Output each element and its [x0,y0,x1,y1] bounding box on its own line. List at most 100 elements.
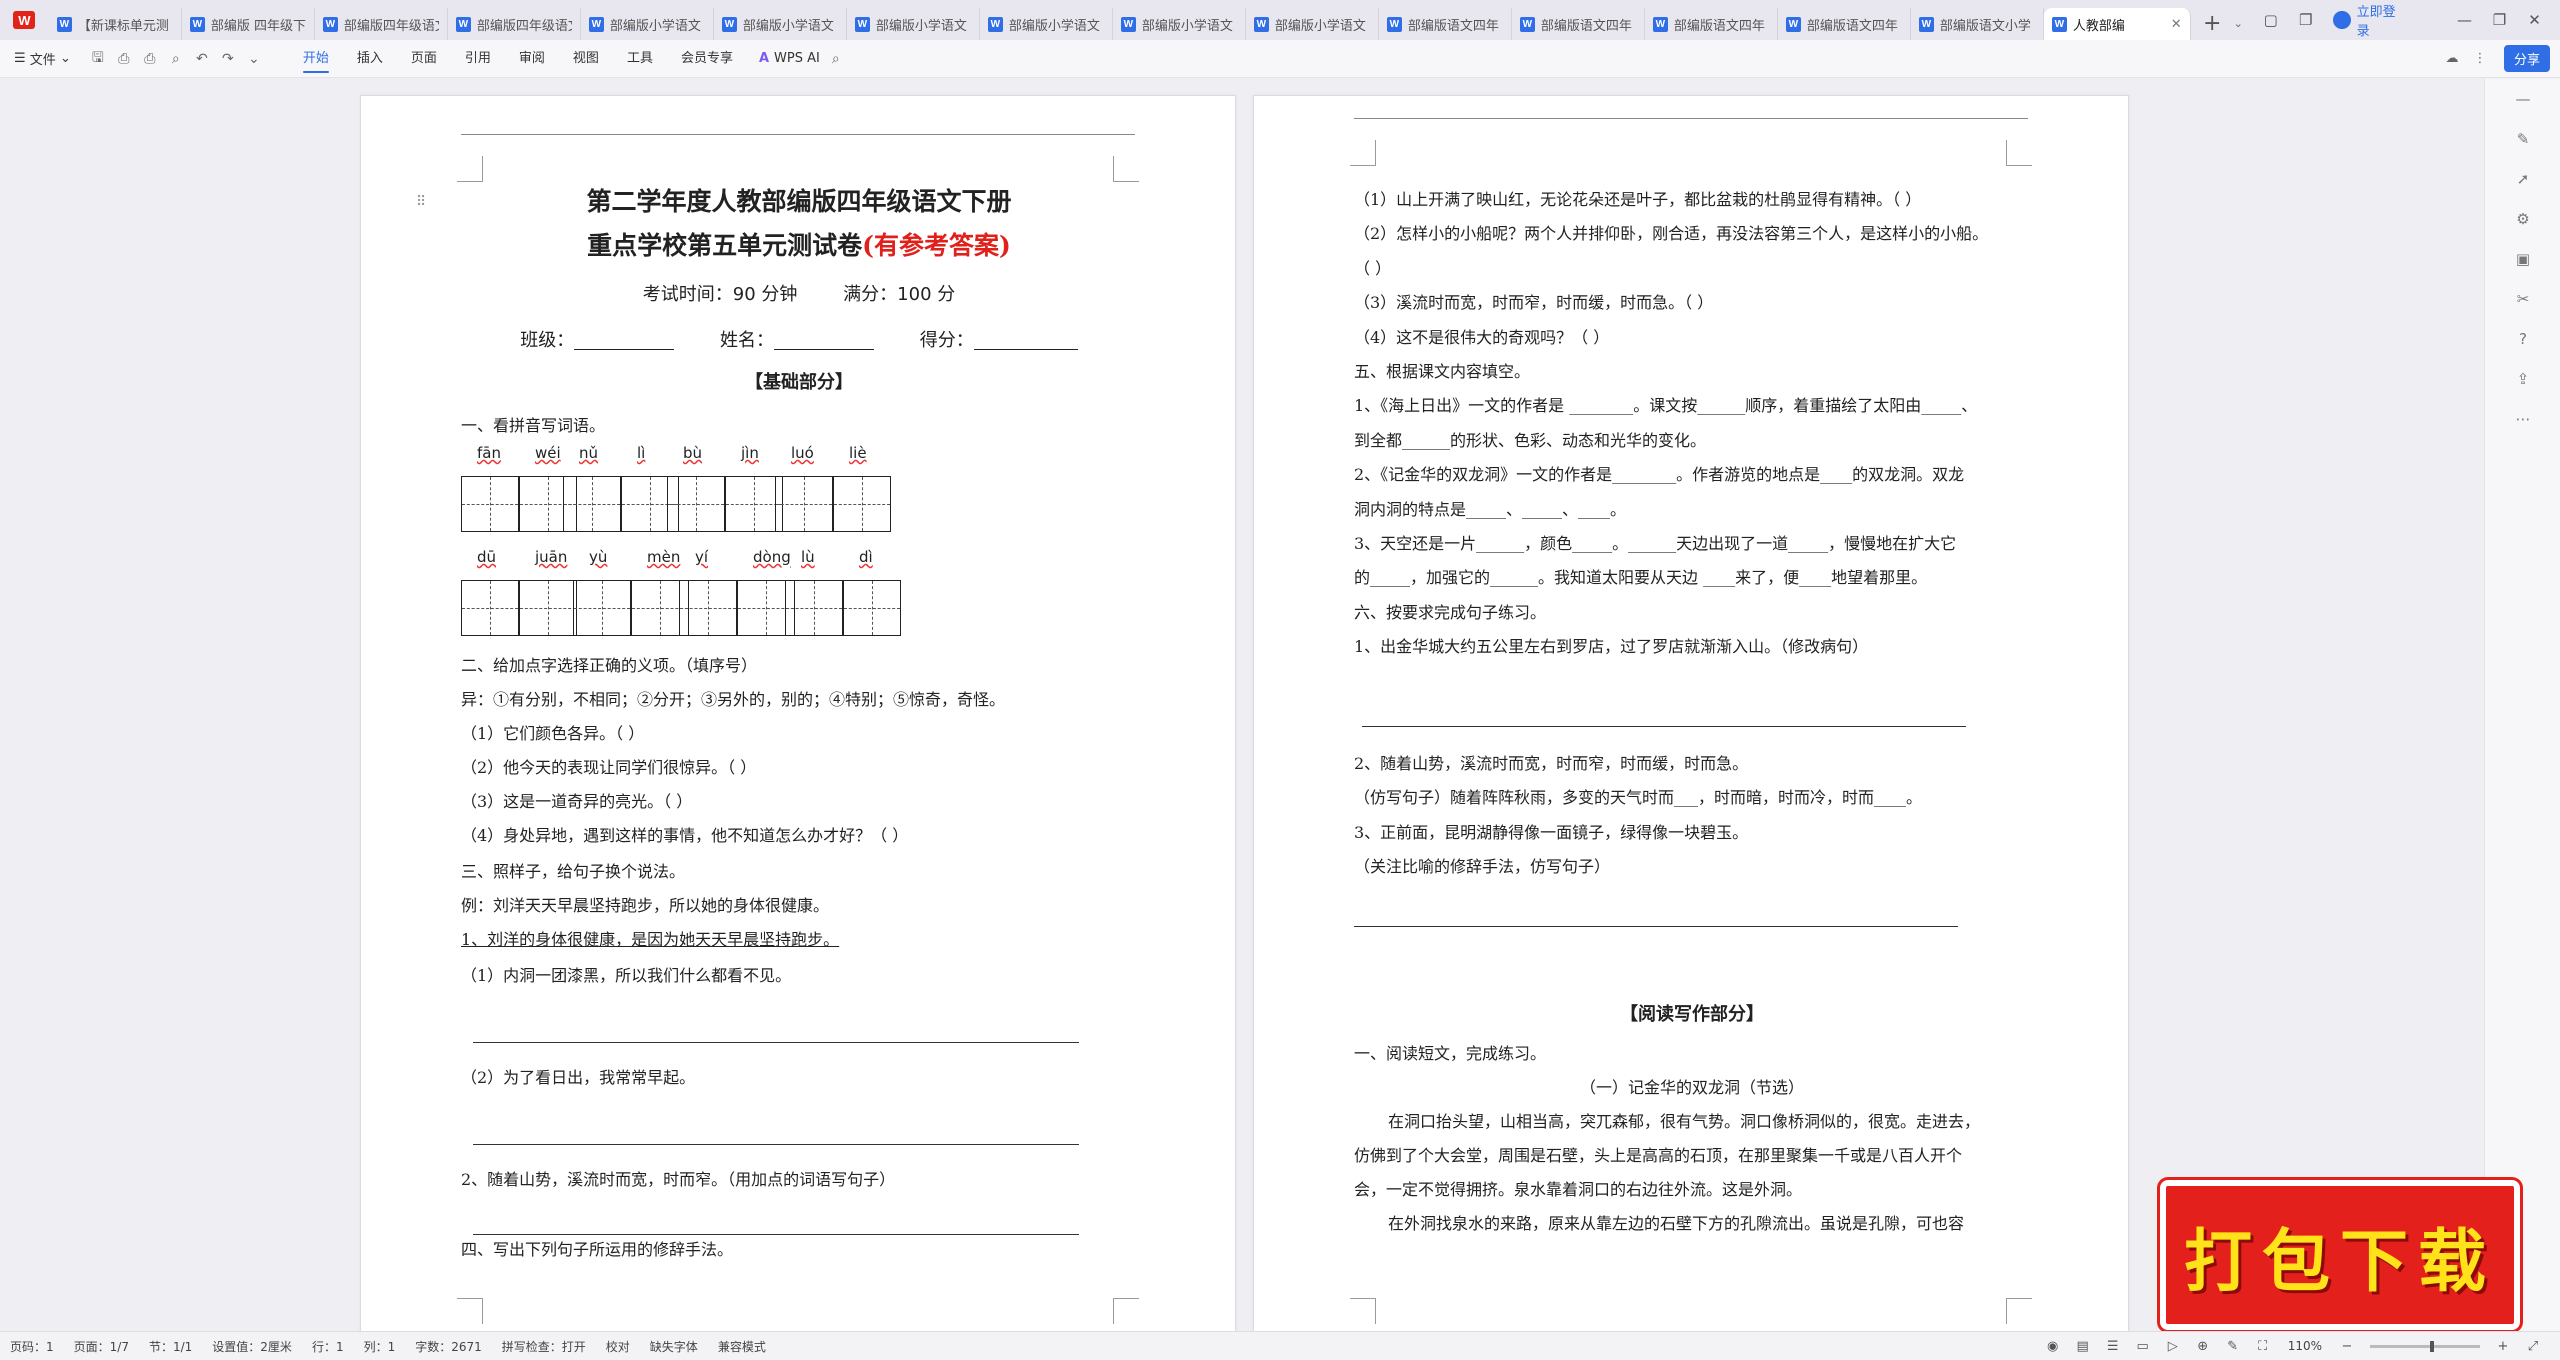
search-icon[interactable]: ⌕ [832,51,840,67]
page-2[interactable]: （1）山上开满了映山红，无论花朵还是叶子，都比盆栽的杜鹃显得有精神。（ ） （2）… [1253,95,2129,1331]
undo-icon[interactable]: ↶ [189,51,215,67]
ribbon-tab[interactable]: 工具 [613,40,667,78]
share-button[interactable]: 分享 [2503,45,2550,72]
share-panel-icon[interactable]: ⇪ [2485,359,2560,399]
status-word-count[interactable]: 字数：2671 [405,1338,492,1355]
zoom-slider-thumb[interactable] [2430,1340,2434,1352]
document-tab[interactable]: W 【新课标单元测 [49,8,182,40]
export-pdf-icon[interactable]: ⎙ [111,51,137,67]
window-layout-icon[interactable]: ▢ [2253,11,2288,29]
quick-access-dropdown-icon[interactable]: ⌄ [241,51,267,67]
edit-icon[interactable]: ✎ [2485,119,2560,159]
status-section[interactable]: 节：1/1 [139,1338,202,1355]
adjust-icon[interactable]: ⚙ [2485,199,2560,239]
document-tab[interactable]: W 部编版小学语文 [980,8,1113,40]
question-3: 三、照样子，给句子换个说法。 [461,862,686,881]
download-package-text: 打包下载 [2183,1221,2496,1302]
minimize-icon[interactable]: — [2447,11,2482,29]
tab-list-dropdown-icon[interactable]: ⌄ [2234,17,2254,30]
read-view-icon[interactable]: ▭ [2128,1339,2158,1354]
cloud-sync-icon[interactable]: ☁ [2438,51,2466,66]
document-tab[interactable]: W 部编版四年级语文 [448,8,581,40]
class-blank [574,332,675,350]
restore-icon[interactable]: ❐ [2482,11,2517,29]
status-spell-check[interactable]: 拼写检查：打开 [492,1338,596,1355]
eye-protect-icon[interactable]: ◉ [2038,1339,2068,1354]
document-tab[interactable]: W 部编版四年级语文 [315,8,448,40]
name-blank [774,332,874,350]
pen-view-icon[interactable]: ✎ [2218,1339,2248,1354]
writing-cell [519,580,577,636]
margin-corner [1350,1298,1376,1324]
pinyin-label: luó [791,444,814,462]
save-icon[interactable]: 🖫 [85,47,111,71]
print-icon[interactable]: ⎙ [137,51,163,67]
fit-page-icon[interactable]: ⛶ [2248,1339,2278,1354]
file-menu-button[interactable]: ☰ 文件 ⌄ [0,49,85,68]
document-tab[interactable]: W 部编版语文四年 [1645,8,1778,40]
status-compat-mode: 兼容模式 [717,1339,766,1354]
tab-active-document[interactable]: W 人教部编 ✕ [2043,8,2191,40]
tab-label: 人教部编 [2072,18,2125,34]
zoom-level[interactable]: 110% [2278,1339,2332,1353]
status-page[interactable]: 页面：1/7 [64,1338,139,1355]
web-view-icon[interactable]: ⊕ [2188,1339,2218,1354]
pinyin-label: dòng [753,548,791,566]
document-tab[interactable]: W 部编版语文小学 [1911,8,2044,40]
document-tab[interactable]: W 部编版小学语文 [1246,8,1379,40]
document-tab[interactable]: W 部编版语文四年 [1379,8,1512,40]
document-icon: W [2051,16,2067,32]
play-icon[interactable]: ▷ [2158,1339,2188,1354]
document-icon: W [1785,16,1801,32]
zoom-in-icon[interactable]: + [2488,1339,2518,1354]
redo-icon[interactable]: ↷ [215,51,241,67]
collapse-icon[interactable]: — [2485,79,2560,119]
status-row[interactable]: 行：1 [302,1338,354,1355]
close-tab-icon[interactable]: ✕ [2171,17,2182,32]
status-setting[interactable]: 设置值：2厘米 [202,1338,302,1355]
document-tab[interactable]: W 部编版语文四年 [1778,8,1911,40]
ribbon-tab[interactable]: 页面 [397,40,451,78]
document-tab[interactable]: W 部编版小学语文 [714,8,847,40]
close-window-icon[interactable]: ✕ [2517,11,2552,29]
document-tab[interactable]: W 部编版小学语文 [1113,8,1246,40]
more-icon[interactable]: ⋯ [2485,399,2560,439]
download-package-banner[interactable]: 打包下载 [2160,1180,2520,1330]
margin-corner [457,156,483,182]
ribbon-tab[interactable]: 会员专享 [667,40,747,78]
document-tab[interactable]: W 部编版小学语文 [581,8,714,40]
help-icon[interactable]: ? [2485,319,2560,359]
wps-ai-button[interactable]: A WPS AI [747,51,832,66]
status-col[interactable]: 列：1 [354,1338,406,1355]
page-view-icon[interactable]: ▤ [2068,1339,2098,1354]
more-options-icon[interactable]: ⋮ [2466,51,2494,66]
new-tab-button[interactable]: + [2191,11,2234,36]
print-preview-icon[interactable]: ⌕ [163,51,189,67]
ribbon-tab[interactable]: 开始 [289,40,343,78]
tools-icon[interactable]: ✂ [2485,279,2560,319]
document-tab[interactable]: W 部编版小学语文 [847,8,980,40]
select-icon[interactable]: ➚ [2485,159,2560,199]
document-canvas[interactable]: ⠿ 第二学年度人教部编版四年级语文下册 重点学校第五单元测试卷(有参考答案) 考… [0,79,2484,1331]
tab-label: 部编版语文四年 [1673,18,1765,34]
page-1[interactable]: ⠿ 第二学年度人教部编版四年级语文下册 重点学校第五单元测试卷(有参考答案) 考… [360,95,1236,1331]
outline-view-icon[interactable]: ☰ [2098,1339,2128,1354]
margin-corner [2006,1298,2032,1324]
document-icon: W [1253,16,1269,32]
ribbon-tab[interactable]: 引用 [451,40,505,78]
ribbon-tab[interactable]: 插入 [343,40,397,78]
wps-logo[interactable]: W [0,0,49,40]
collection-icon[interactable]: ❐ [2288,11,2323,29]
layout-icon[interactable]: ▣ [2485,239,2560,279]
fullscreen-icon[interactable]: ⤢ [2518,1339,2548,1354]
zoom-slider[interactable] [2370,1340,2480,1352]
status-missing-font[interactable]: 缺失字体 [640,1338,708,1355]
document-tab[interactable]: W 部编版语文四年 [1512,8,1645,40]
zoom-out-icon[interactable]: − [2332,1339,2362,1354]
ribbon-tab[interactable]: 审阅 [505,40,559,78]
status-page-number[interactable]: 页码：1 [0,1338,64,1355]
ribbon-tab[interactable]: 视图 [559,40,613,78]
status-proof[interactable]: 校对 [596,1338,640,1355]
document-tab[interactable]: W 部编版 四年级下 [182,8,315,40]
login-button[interactable]: 立即登录 [2333,1,2407,39]
